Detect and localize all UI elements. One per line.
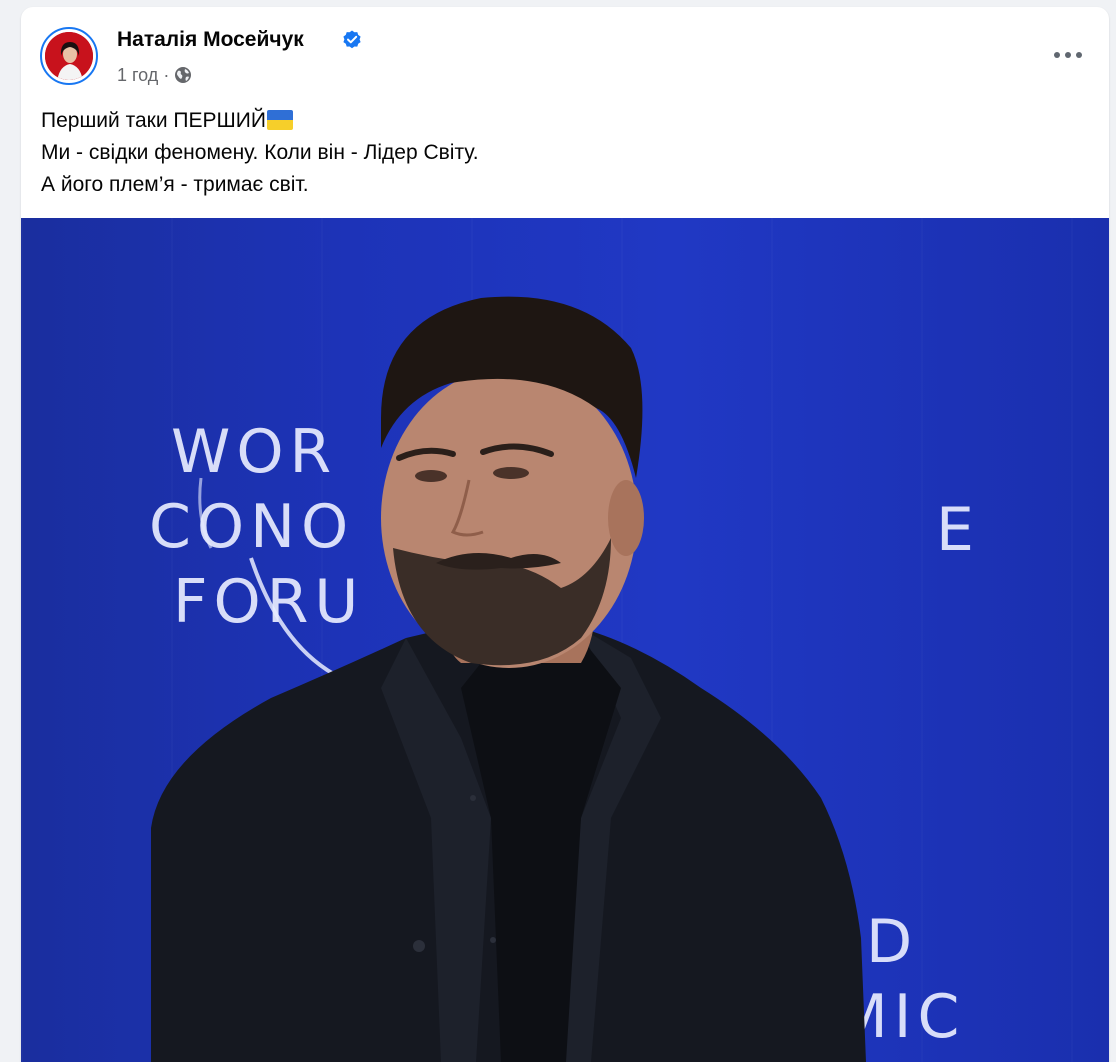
post-text: Перший таки ПЕРШИЙ Ми - свідки феномену.… (41, 105, 1081, 201)
more-horizontal-icon (1054, 52, 1082, 58)
post-text-line: Ми - свідки феномену. Коли він - Лідер С… (41, 141, 479, 164)
post-timestamp[interactable]: 1 год (117, 65, 158, 86)
post-meta: 1 год · (117, 63, 192, 87)
more-options-button[interactable] (1048, 39, 1088, 71)
globe-icon[interactable] (174, 66, 192, 84)
meta-separator: · (163, 64, 170, 85)
verified-badge-icon (343, 30, 361, 49)
post-text-line: А його плем’я - тримає світ. (41, 173, 309, 196)
post-media-image[interactable]: WOR CONO FORU E D MIC (21, 218, 1109, 1062)
speaker-figure (151, 296, 866, 1062)
post-text-line: Перший таки ПЕРШИЙ (41, 105, 1081, 137)
post-header: Наталія Мосейчук 1 год · (21, 7, 1109, 91)
flag-ukraine-icon (266, 110, 293, 130)
author-name[interactable]: Наталія Мосейчук (117, 28, 304, 52)
avatar-image (45, 32, 93, 80)
author-avatar[interactable] (40, 27, 98, 85)
post-card: Наталія Мосейчук 1 год · Перший таки ПЕР… (21, 7, 1109, 1062)
